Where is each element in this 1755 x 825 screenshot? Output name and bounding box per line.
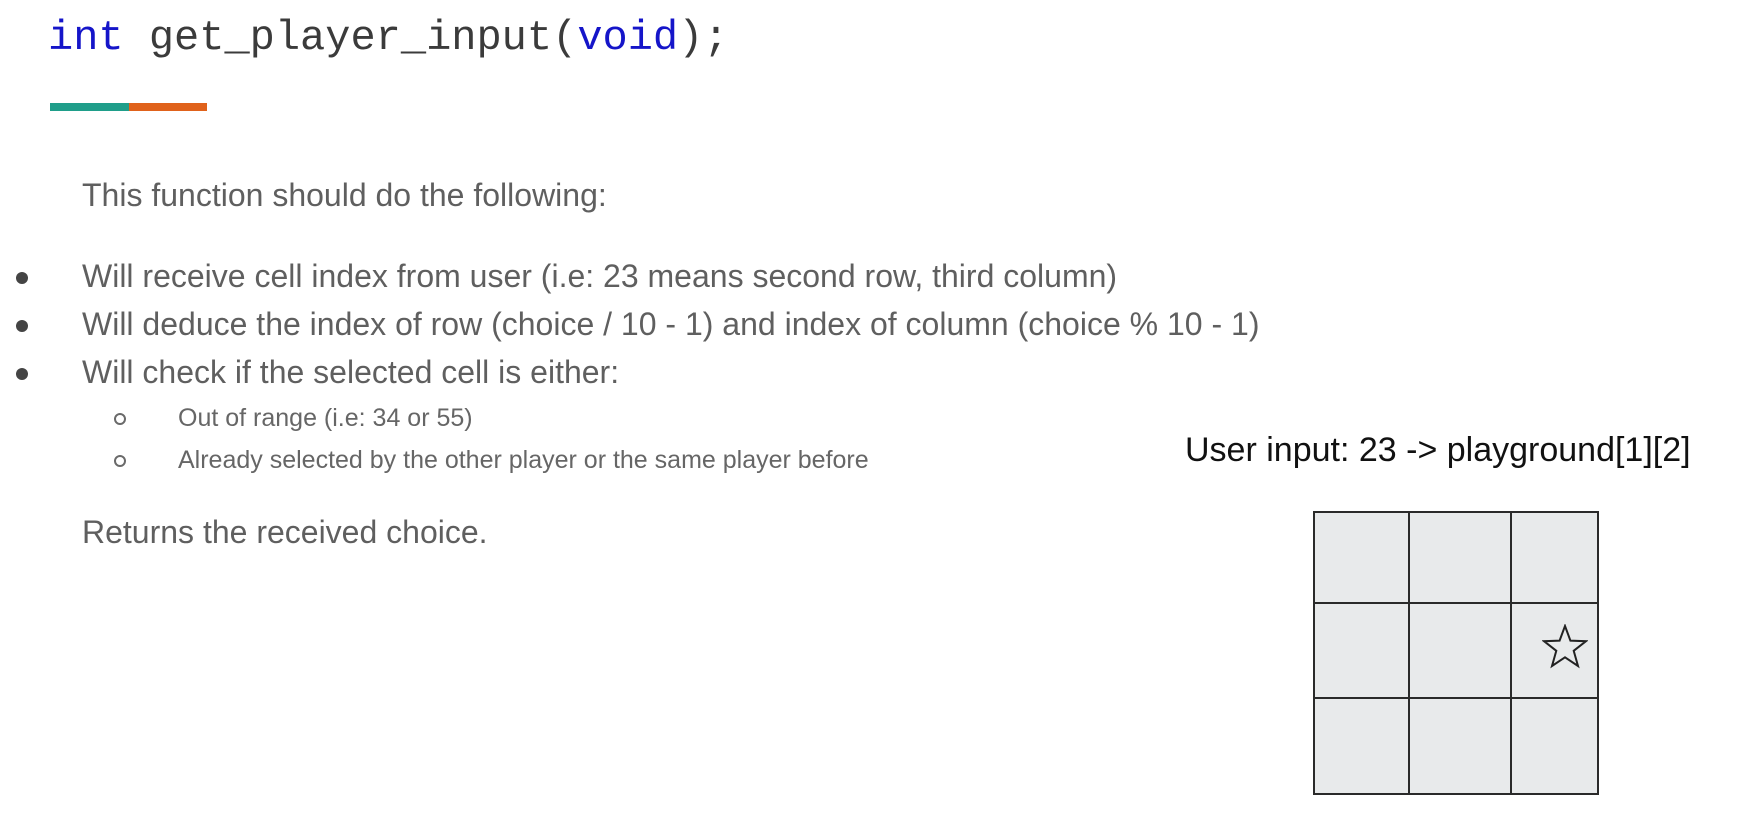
param-type: void [577, 14, 679, 62]
hollow-bullet-icon [114, 455, 126, 467]
sub-bullet-item: Out of range (i.e: 34 or 55) [0, 397, 869, 439]
title-accent-bar [50, 103, 207, 111]
intro-text: This function should do the following: [82, 177, 607, 213]
diagram-caption: User input: 23 -> playground[1][2] [1185, 431, 1691, 469]
bullet-item: Will check if the selected cell is eithe… [0, 348, 1259, 396]
bullet-dot-icon [16, 320, 28, 332]
bullet-dot-icon [16, 368, 28, 380]
bullet-dot-icon [16, 272, 28, 284]
returns-text: Returns the received choice. [82, 514, 488, 550]
bullet-list: Will receive cell index from user (i.e: … [0, 252, 1259, 396]
bullet-item: Will receive cell index from user (i.e: … [0, 252, 1259, 300]
accent-bar-teal [50, 103, 129, 111]
function-signature: int get_player_input(void); [48, 10, 729, 66]
bullet-text: Will check if the selected cell is eithe… [82, 354, 620, 390]
accent-bar-orange [129, 103, 207, 111]
grid-line [1510, 513, 1512, 793]
grid-line [1408, 513, 1410, 793]
sub-bullet-item: Already selected by the other player or … [0, 439, 869, 481]
playground-grid [1313, 511, 1599, 795]
sub-bullet-text: Out of range (i.e: 34 or 55) [178, 404, 473, 432]
grid-line [1315, 697, 1597, 699]
function-name: get_player_input( [123, 14, 578, 62]
sub-bullet-text: Already selected by the other player or … [178, 446, 869, 474]
signature-suffix: ); [678, 14, 729, 62]
sub-bullet-list: Out of range (i.e: 34 or 55) Already sel… [0, 397, 869, 481]
bullet-text: Will receive cell index from user (i.e: … [82, 258, 1118, 294]
bullet-item: Will deduce the index of row (choice / 1… [0, 300, 1259, 348]
star-icon [1542, 624, 1588, 669]
grid-line [1315, 602, 1597, 604]
hollow-bullet-icon [114, 413, 126, 425]
return-type: int [48, 14, 124, 62]
bullet-text: Will deduce the index of row (choice / 1… [82, 306, 1260, 342]
